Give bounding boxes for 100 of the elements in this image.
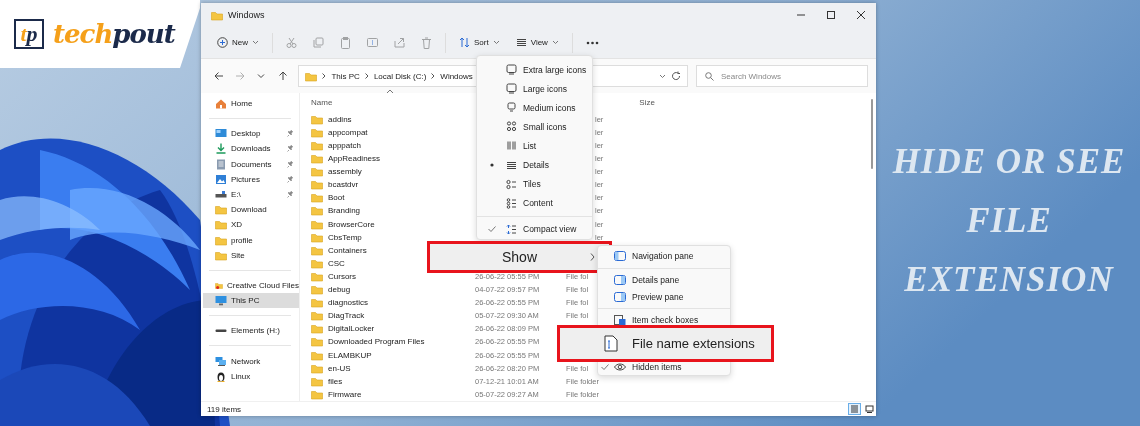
file-name[interactable]: ELAMBKUP (311, 349, 372, 361)
close-icon[interactable] (856, 10, 866, 20)
show-menu-item[interactable]: Show (427, 241, 612, 273)
sidebar-item[interactable]: Home (201, 96, 299, 112)
pane-icon (614, 251, 626, 262)
toolbar-button[interactable]: View (509, 31, 565, 54)
file-name[interactable]: Containers (311, 244, 367, 256)
file-name[interactable]: Downloaded Program Files (311, 336, 425, 348)
sidebar-item[interactable]: Pictures (201, 171, 299, 187)
sidebar-item[interactable]: XD (201, 217, 299, 233)
menu-item[interactable]: Extra large icons (477, 60, 592, 80)
sidebar-item[interactable]: Elements (H:) (201, 323, 299, 339)
menu-item[interactable]: Details (477, 155, 592, 175)
chevron-icon (590, 253, 595, 261)
file-name[interactable]: DigitalLocker (311, 323, 375, 335)
folder-icon (215, 204, 227, 216)
sidebar-item[interactable]: Linux (201, 368, 299, 384)
desktop-icon (215, 128, 227, 140)
back-icon[interactable] (213, 71, 224, 81)
folder-icon (215, 219, 227, 231)
folder-icon (311, 192, 323, 204)
file-name[interactable]: Branding (311, 205, 361, 217)
file-name[interactable]: Firmware (311, 388, 362, 400)
file-name[interactable]: addins (311, 113, 352, 125)
menu-item[interactable]: Medium icons (477, 98, 592, 118)
folder-icon (311, 218, 323, 230)
toolbar-button[interactable]: New (211, 31, 265, 54)
file-name[interactable]: diagnostics (311, 297, 369, 309)
menu-item[interactable]: Details pane (598, 271, 730, 289)
folder-icon (311, 270, 323, 282)
scrollbar-thumb[interactable] (871, 99, 873, 169)
details-view-icon[interactable] (850, 405, 859, 413)
menu-item[interactable]: Tiles (477, 174, 592, 194)
file-name[interactable]: appcompat (311, 126, 368, 138)
sidebar-item[interactable]: Download (201, 202, 299, 218)
menu-item[interactable]: Compact view (477, 219, 592, 239)
breadcrumb[interactable]: Local Disk (C:) (373, 71, 427, 81)
sidebar-item[interactable]: profile (201, 232, 299, 248)
home-icon (215, 98, 227, 110)
headline: HIDE OR SEE (892, 142, 1126, 182)
menu-item[interactable]: List (477, 136, 592, 156)
file-name[interactable]: files (311, 375, 343, 387)
menu-item[interactable]: Content (477, 193, 592, 213)
folder-icon (311, 336, 323, 348)
logo-text: techpout (53, 19, 175, 49)
sidebar-item[interactable]: Desktop (201, 126, 299, 142)
menu-item[interactable]: File name extensions (557, 325, 774, 362)
file-name[interactable]: apppatch (311, 140, 361, 151)
chevron-icon (364, 73, 369, 79)
file-name[interactable]: bcastdvr (311, 179, 359, 191)
more-icon[interactable] (585, 40, 599, 45)
menu-item[interactable]: Large icons (477, 79, 592, 99)
monitor-icon (215, 295, 227, 307)
menu-item[interactable]: Preview pane (598, 288, 730, 306)
sidebar-item[interactable]: This PC (203, 293, 299, 309)
file-name[interactable]: CbsTemp (311, 231, 362, 243)
folder-icon (311, 140, 323, 151)
sidebar-item[interactable]: Network (201, 353, 299, 369)
grid-icon (505, 121, 517, 133)
chevron-icon (431, 73, 436, 79)
file-name[interactable]: assembly (311, 166, 362, 178)
search-field[interactable]: Search Windows (696, 65, 868, 87)
folder-icon (215, 234, 227, 246)
column-header[interactable]: Size (639, 98, 655, 108)
breadcrumb[interactable]: Windows (440, 71, 473, 81)
bullet-icon (490, 163, 494, 168)
sidebar-item[interactable]: Site (201, 247, 299, 263)
file-name[interactable]: Boot (311, 192, 345, 204)
file-name[interactable]: BrowserCore (311, 218, 375, 230)
folder-icon (311, 179, 323, 191)
dropdown-icon (659, 73, 666, 79)
sidebar-item[interactable]: Downloads (201, 141, 299, 157)
sidebar-item[interactable]: Documents (201, 156, 299, 172)
folder-icon (311, 310, 323, 322)
maximize-icon[interactable] (826, 10, 836, 20)
file-name[interactable]: DiagTrack (311, 310, 365, 322)
folder-icon (311, 126, 323, 138)
file-name[interactable]: debug (311, 284, 351, 296)
caret-icon[interactable] (256, 71, 267, 81)
forward-icon[interactable] (235, 71, 246, 81)
folder-icon (311, 362, 323, 374)
folder-icon (311, 375, 323, 387)
breadcrumb[interactable]: This PC (331, 71, 360, 81)
check-icon (601, 363, 609, 370)
tiles-view-icon[interactable] (865, 405, 874, 413)
sidebar-item[interactable]: E:\ (201, 186, 299, 203)
column-header[interactable]: Name (311, 98, 333, 108)
file-name[interactable]: en-US (311, 362, 351, 374)
folder-icon (311, 388, 323, 400)
toolbar-button[interactable]: Sort (453, 31, 506, 54)
menu-item[interactable]: Small icons (477, 117, 592, 137)
document-icon (215, 158, 227, 170)
sidebar-item[interactable]: Creative Cloud Files (201, 277, 299, 294)
file-name[interactable]: Cursors (311, 270, 356, 282)
file-name[interactable]: AppReadiness (311, 153, 381, 165)
file-name[interactable]: CSC (311, 257, 345, 269)
refresh-icon[interactable] (671, 71, 681, 81)
up-icon[interactable] (277, 71, 288, 81)
lines-icon (505, 160, 517, 170)
tiles-icon (505, 178, 517, 190)
